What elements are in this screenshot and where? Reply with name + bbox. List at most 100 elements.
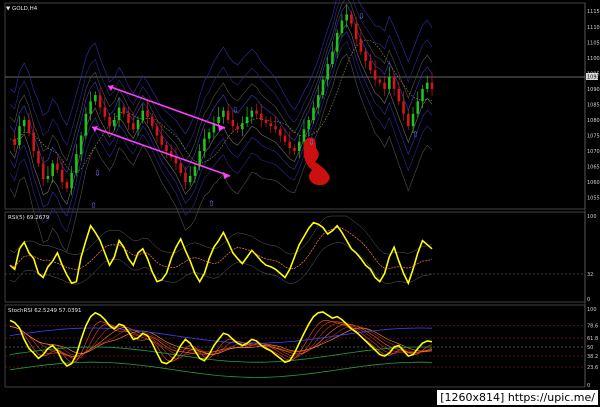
stochrsi-pane[interactable] (4, 304, 586, 388)
candle-body (297, 141, 301, 152)
price-label: 1115 (587, 9, 600, 15)
stoch-ribbon-line (9, 321, 433, 360)
candle-body (335, 32, 339, 52)
candle-body (373, 70, 377, 80)
candle-body (288, 141, 292, 148)
price-label: 1060 (587, 180, 600, 186)
stochrsi-levels (5, 325, 585, 368)
candle-body (51, 163, 54, 176)
candle-body (46, 175, 50, 180)
candle-body (378, 79, 382, 83)
fractal-arrows: ⇧ ⇧ ⇩ ⇧ ⇩ ⇩ ⇩ (90, 12, 419, 210)
candle-body (407, 113, 410, 127)
stoch-smooth-line (9, 361, 433, 378)
candle-body (231, 119, 235, 127)
down-arrow-icon: ⇩ (358, 12, 365, 21)
candle-body (117, 107, 121, 120)
candle-body (207, 132, 211, 139)
candle-body (421, 88, 424, 102)
trading-chart[interactable]: GOLD,H4 ▼ ⇧ ⇧ ⇩ ⇧ ⇩ ⇩ ⇩ 1115 1110 1105 1100… (0, 0, 600, 407)
candle-body (345, 14, 348, 21)
candle-body (397, 88, 401, 102)
rsi-level-32: 32 (587, 272, 593, 278)
price-label: 1100 (587, 56, 600, 62)
stoch-level-label: 61.8 (587, 336, 598, 342)
rsi-level-0: 0 (587, 297, 590, 303)
rsi-band (9, 242, 433, 285)
candle-body (312, 107, 315, 120)
candle-body (193, 166, 197, 176)
candle-body (131, 123, 135, 130)
candle-body (217, 116, 220, 124)
candle-body (155, 126, 159, 136)
price-label: 1085 (587, 102, 600, 108)
candle-body (13, 138, 17, 145)
candle-body (340, 20, 344, 33)
candle-body (203, 138, 206, 152)
candle-body (350, 14, 353, 24)
band-line (9, 53, 433, 253)
candle-body (79, 135, 83, 155)
candle-body (103, 107, 107, 117)
stoch-level-label: 38.2 (587, 354, 598, 360)
candle-body (56, 163, 59, 170)
price-scale[interactable]: 1115111011051100109510901085108010751070… (587, 9, 600, 201)
stoch-level-label: 50 (587, 345, 593, 351)
upper-trendline[interactable] (107, 85, 226, 129)
candle-body (402, 101, 405, 114)
candle-body (94, 95, 97, 102)
candle-body (283, 135, 287, 142)
candle-body (274, 126, 277, 130)
price-label: 1070 (587, 149, 600, 155)
watermark: [1260x814] https://upic.me/ (437, 390, 598, 405)
candle-body (236, 126, 239, 130)
candle-body (75, 154, 78, 173)
candle-body (430, 82, 434, 89)
candle-body (122, 107, 126, 114)
candle-body (416, 101, 420, 114)
main-pane-dropdown-icon[interactable]: ▼ (6, 6, 11, 12)
stochrsi-pane-title: StochRSI 62.5249 57.0391 (8, 308, 81, 314)
candle-body (18, 126, 21, 145)
candle-body (150, 116, 154, 127)
candle-body (41, 163, 45, 180)
candle-body (278, 129, 282, 136)
candle-body (250, 110, 254, 117)
candle-body (113, 119, 116, 127)
candle-body (32, 132, 35, 152)
down-arrow-icon: ⇩ (94, 169, 101, 178)
price-label: 1110 (587, 25, 600, 31)
up-arrow-icon: ⇧ (412, 130, 419, 139)
candle-body (179, 163, 182, 173)
candle-body (184, 172, 187, 183)
candle-body (307, 119, 311, 130)
candle-body (89, 101, 92, 114)
price-label: 1055 (587, 196, 600, 202)
candle-body (65, 182, 69, 189)
candle-body (222, 110, 225, 117)
price-label: 1090 (587, 87, 600, 93)
candle-body (84, 113, 88, 136)
candle-body (27, 119, 31, 133)
candle-body (392, 76, 396, 89)
candle-body (383, 82, 386, 89)
candle-body (255, 110, 258, 114)
rsi-signal-line (9, 227, 433, 270)
band-line (9, 0, 433, 135)
candle-body (245, 116, 249, 124)
stoch-level-label: 78.6 (587, 323, 598, 329)
candle-body (364, 51, 367, 61)
candle-body (165, 144, 168, 152)
price-candles (13, 4, 434, 196)
rsi-level-100: 100 (587, 214, 597, 220)
candle-body (293, 147, 296, 152)
trendline-arrow-lower (223, 172, 230, 179)
candle-body (188, 175, 192, 183)
rsi-pane-title: RSI(5) 69.2679 (8, 215, 50, 221)
candle-body (326, 64, 329, 80)
candle-body (359, 39, 363, 52)
stochrsi-level-labels: 100 78.6 61.8 50 38.2 23.6 0 (587, 307, 598, 389)
stoch-ribbon-line (9, 322, 433, 357)
moving-average (9, 39, 433, 173)
down-arrow-icon: ⇩ (232, 106, 239, 115)
